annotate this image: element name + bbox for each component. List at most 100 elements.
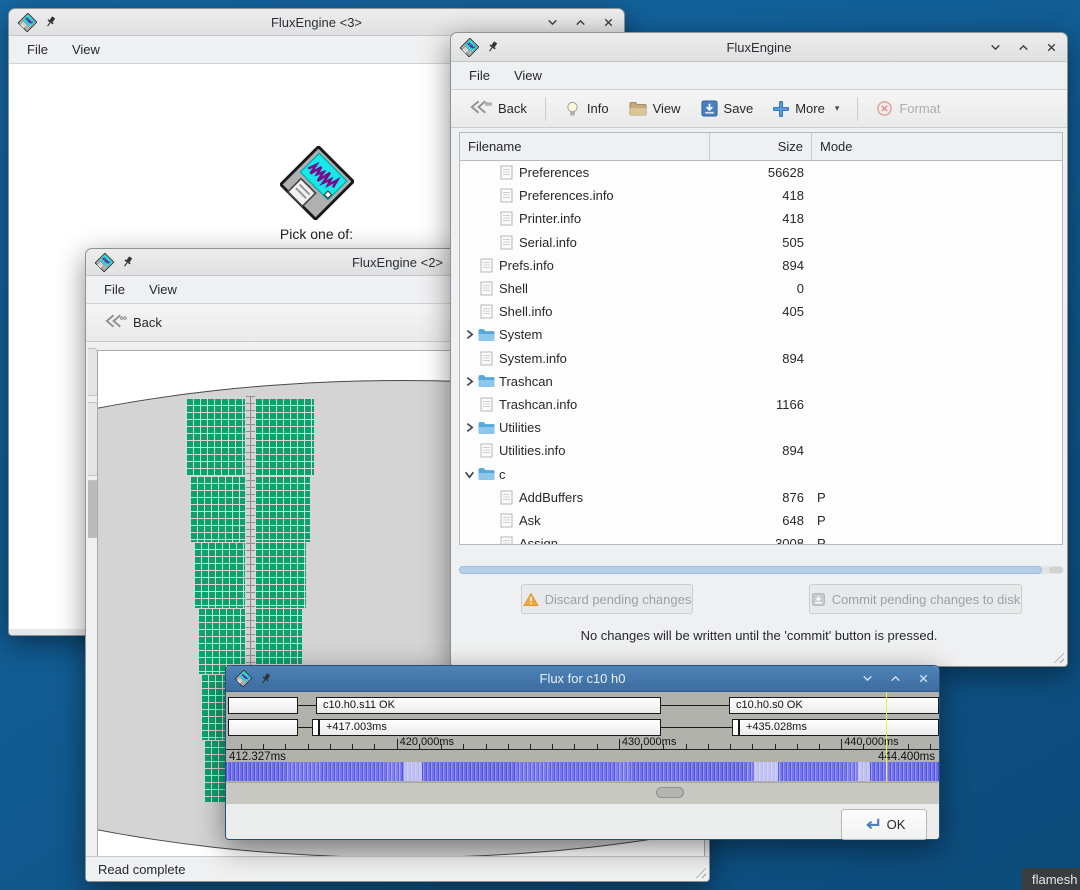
fluxengine-floppy-icon bbox=[18, 13, 37, 32]
titlebar-flux[interactable]: Flux for c10 h0 bbox=[226, 666, 939, 692]
format-button[interactable]: Format bbox=[868, 95, 948, 122]
table-row[interactable]: Trashcan.info1166 bbox=[460, 393, 1062, 416]
flux-cursor[interactable] bbox=[886, 692, 887, 782]
window-title: Flux for c10 h0 bbox=[226, 671, 939, 686]
sector-grid-block bbox=[255, 476, 310, 542]
flux-canvas[interactable]: c10.h0.s11 OK c10.h0.s0 OK +417.003ms +4… bbox=[226, 692, 939, 782]
table-row[interactable]: c bbox=[460, 462, 1062, 485]
chevron-right-icon[interactable] bbox=[464, 376, 475, 387]
minimize-button[interactable] bbox=[546, 16, 559, 29]
fluxengine-floppy-icon bbox=[280, 146, 354, 220]
ruler-major-label: 430.000ms bbox=[622, 736, 676, 748]
info-button[interactable]: Info bbox=[556, 95, 617, 123]
menu-view[interactable]: View bbox=[61, 39, 111, 60]
pin-icon[interactable] bbox=[44, 15, 57, 29]
pin-icon[interactable] bbox=[486, 40, 499, 54]
back-button[interactable]: Back bbox=[96, 308, 170, 337]
file-icon bbox=[480, 443, 493, 458]
table-row[interactable]: Prefs.info894 bbox=[460, 254, 1062, 277]
ok-button[interactable]: OK bbox=[841, 809, 927, 840]
chevron-right-icon[interactable] bbox=[464, 422, 475, 433]
table-row[interactable]: Preferences56628 bbox=[460, 161, 1062, 184]
flux-record-box[interactable]: +435.028ms bbox=[739, 719, 939, 736]
close-button[interactable] bbox=[917, 672, 930, 685]
column-header-mode[interactable]: Mode bbox=[812, 133, 1062, 160]
flux-sector-box[interactable] bbox=[228, 697, 298, 714]
file-icon bbox=[480, 351, 493, 366]
discard-changes-button[interactable]: Discard pending changes bbox=[521, 584, 693, 614]
flux-density-band[interactable] bbox=[226, 762, 939, 781]
flux-scrollbar-handle[interactable] bbox=[656, 787, 684, 798]
save-button[interactable]: Save bbox=[693, 95, 762, 122]
file-size: 418 bbox=[710, 188, 812, 203]
menu-view[interactable]: View bbox=[503, 65, 553, 86]
table-row[interactable]: Serial.info505 bbox=[460, 231, 1062, 254]
file-name: Serial.info bbox=[519, 235, 577, 250]
toolbar-separator bbox=[545, 97, 546, 121]
lightbulb-icon bbox=[564, 100, 581, 118]
app-icon bbox=[460, 38, 479, 57]
ruler-major-label: 420.000ms bbox=[400, 736, 454, 748]
flux-record-box[interactable]: +417.003ms bbox=[319, 719, 661, 736]
close-button[interactable] bbox=[602, 16, 615, 29]
menu-view[interactable]: View bbox=[138, 279, 188, 300]
resize-grip[interactable] bbox=[693, 865, 706, 878]
file-icon bbox=[480, 397, 493, 412]
fluxengine-floppy-icon bbox=[460, 38, 479, 57]
menu-file[interactable]: File bbox=[93, 279, 136, 300]
flux-sector-box[interactable]: c10.h0.s11 OK bbox=[316, 697, 661, 714]
minimize-button[interactable] bbox=[989, 41, 1002, 54]
chevron-right-icon[interactable] bbox=[464, 329, 475, 340]
horizontal-scrollbar[interactable] bbox=[459, 566, 1063, 574]
table-row[interactable]: System.info894 bbox=[460, 347, 1062, 370]
window-title: FluxEngine <3> bbox=[9, 15, 624, 30]
column-header-filename[interactable]: Filename bbox=[460, 133, 710, 160]
back-button[interactable]: Back bbox=[461, 94, 535, 123]
maximize-button[interactable] bbox=[1017, 41, 1030, 54]
view-button[interactable]: View bbox=[621, 96, 689, 122]
menu-file[interactable]: File bbox=[458, 65, 501, 86]
ruler-major-label: 440.000ms bbox=[844, 736, 898, 748]
discard-label: Discard pending changes bbox=[545, 592, 692, 607]
view-label: View bbox=[653, 101, 681, 116]
back-icon bbox=[104, 313, 127, 329]
table-row[interactable]: Printer.info418 bbox=[460, 207, 1062, 230]
more-button[interactable]: More ▾ bbox=[765, 96, 847, 122]
table-row[interactable]: Shell.info405 bbox=[460, 300, 1062, 323]
table-row[interactable]: Utilities bbox=[460, 416, 1062, 439]
scrollbar-handle[interactable] bbox=[459, 566, 1042, 574]
ok-label: OK bbox=[887, 817, 906, 832]
flux-sector-box[interactable]: c10.h0.s0 OK bbox=[729, 697, 939, 714]
back-label: Back bbox=[498, 101, 527, 116]
chevron-down-icon[interactable] bbox=[464, 469, 475, 480]
table-row[interactable]: Trashcan bbox=[460, 370, 1062, 393]
table-row[interactable]: Shell0 bbox=[460, 277, 1062, 300]
flux-scrollbar[interactable] bbox=[226, 782, 939, 803]
folder-open-icon bbox=[629, 101, 647, 117]
file-size: 3008 bbox=[710, 536, 812, 544]
pin-icon[interactable] bbox=[121, 255, 134, 269]
close-button[interactable] bbox=[1045, 41, 1058, 54]
file-size: 894 bbox=[710, 443, 812, 458]
table-row[interactable]: System bbox=[460, 323, 1062, 346]
table-row[interactable]: Ask648P bbox=[460, 509, 1062, 532]
column-header-size[interactable]: Size bbox=[710, 133, 812, 160]
table-row[interactable]: AddBuffers876P bbox=[460, 486, 1062, 509]
flux-band-gap bbox=[404, 762, 422, 781]
resize-grip[interactable] bbox=[1051, 650, 1064, 663]
table-row[interactable]: Utilities.info894 bbox=[460, 439, 1062, 462]
status-text: Read complete bbox=[98, 862, 185, 877]
maximize-button[interactable] bbox=[574, 16, 587, 29]
table-row[interactable]: Preferences.info418 bbox=[460, 184, 1062, 207]
table-row[interactable]: Assign3008P bbox=[460, 532, 1062, 544]
maximize-button[interactable] bbox=[889, 672, 902, 685]
file-icon bbox=[500, 536, 513, 544]
commit-label: Commit pending changes to disk bbox=[832, 592, 1021, 607]
flux-record-box[interactable] bbox=[228, 719, 298, 736]
file-name: Trashcan bbox=[499, 374, 553, 389]
titlebar-browser[interactable]: FluxEngine bbox=[451, 33, 1067, 62]
menu-file[interactable]: File bbox=[16, 39, 59, 60]
file-size: 418 bbox=[710, 211, 812, 226]
minimize-button[interactable] bbox=[861, 672, 874, 685]
commit-changes-button[interactable]: Commit pending changes to disk bbox=[809, 584, 1022, 614]
